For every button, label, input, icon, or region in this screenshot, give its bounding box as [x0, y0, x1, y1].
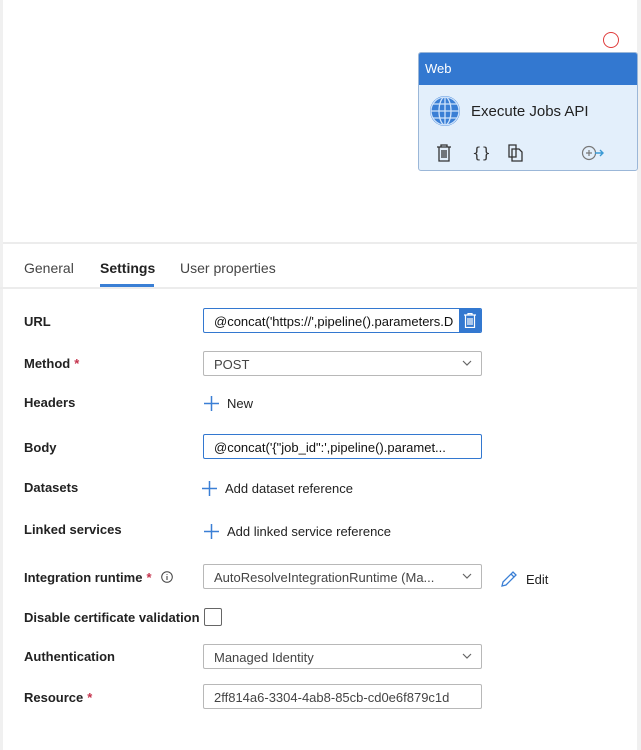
linked-services-label: Linked services [24, 522, 122, 537]
url-value: @concat('https://',pipeline().parameters… [214, 314, 454, 329]
integration-runtime-select[interactable]: AutoResolveIntegrationRuntime (Ma... [203, 564, 482, 589]
activity-type-label: Web [419, 53, 637, 85]
url-label: URL [24, 314, 51, 329]
pencil-icon [501, 571, 517, 587]
add-output-icon[interactable] [581, 145, 605, 161]
body-value: @concat('{"job_id":',pipeline().paramet.… [214, 440, 446, 455]
resource-value: 2ff814a6-3304-4ab8-85cb-cd0e6f879c1d [214, 690, 450, 705]
plus-icon [204, 524, 219, 539]
edit-label: Edit [526, 571, 549, 587]
url-input[interactable]: @concat('https://',pipeline().parameters… [203, 308, 482, 333]
body-label: Body [24, 440, 57, 455]
active-tab-indicator [100, 284, 154, 287]
web-activity-card[interactable]: Web Execute Jobs API {} [418, 52, 638, 171]
activity-name: Execute Jobs API [471, 103, 589, 120]
add-dataset-reference-button[interactable]: Add dataset reference [202, 481, 353, 496]
info-icon[interactable] [161, 571, 173, 583]
method-label: Method * [24, 356, 79, 371]
delete-icon[interactable] [436, 144, 452, 162]
plus-icon [204, 396, 219, 411]
add-dataset-label: Add dataset reference [225, 481, 353, 496]
resource-label: Resource * [24, 690, 92, 705]
required-marker: * [87, 690, 93, 705]
resource-label-text: Resource [24, 690, 84, 705]
add-linked-service-label: Add linked service reference [227, 524, 392, 539]
tab-settings[interactable]: Settings [100, 260, 155, 276]
ir-value: AutoResolveIntegrationRuntime (Ma... [214, 570, 435, 585]
method-value: POST [214, 357, 250, 372]
disable-cert-label: Disable certificate validation [24, 610, 200, 625]
integration-runtime-label: Integration runtime * [24, 570, 173, 585]
clear-url-button[interactable] [459, 309, 481, 332]
add-linked-service-button[interactable]: Add linked service reference [204, 524, 391, 539]
headers-label: Headers [24, 395, 76, 410]
tab-user-properties[interactable]: User properties [180, 260, 276, 276]
left-edge [0, 0, 3, 750]
error-indicator-icon[interactable] [603, 32, 619, 48]
add-header-button[interactable]: New [204, 396, 253, 411]
resource-input[interactable]: 2ff814a6-3304-4ab8-85cb-cd0e6f879c1d [203, 684, 482, 709]
method-select[interactable]: POST [203, 351, 482, 376]
tab-general[interactable]: General [24, 260, 74, 276]
datasets-label: Datasets [24, 480, 79, 495]
plus-icon [202, 481, 217, 496]
authentication-label: Authentication [24, 649, 115, 664]
copy-icon[interactable] [508, 144, 524, 162]
edit-integration-runtime-button[interactable]: Edit [500, 570, 548, 588]
method-label-text: Method [24, 356, 71, 371]
ir-label-text: Integration runtime [24, 570, 143, 585]
svg-text:{}: {} [472, 144, 489, 162]
chevron-down-icon [462, 653, 472, 659]
authentication-select[interactable]: Managed Identity [203, 644, 482, 669]
tab-bar: General Settings User properties [0, 243, 637, 289]
disable-cert-checkbox[interactable] [204, 608, 222, 626]
code-braces-icon[interactable]: {} [471, 144, 489, 162]
chevron-down-icon [462, 360, 472, 366]
required-marker: * [146, 570, 152, 585]
body-input[interactable]: @concat('{"job_id":',pipeline().paramet.… [203, 434, 482, 459]
globe-icon [430, 96, 460, 126]
delete-icon [464, 312, 476, 329]
authentication-value: Managed Identity [214, 650, 314, 665]
chevron-down-icon [462, 573, 472, 579]
add-header-label: New [227, 396, 254, 411]
required-marker: * [74, 356, 80, 371]
